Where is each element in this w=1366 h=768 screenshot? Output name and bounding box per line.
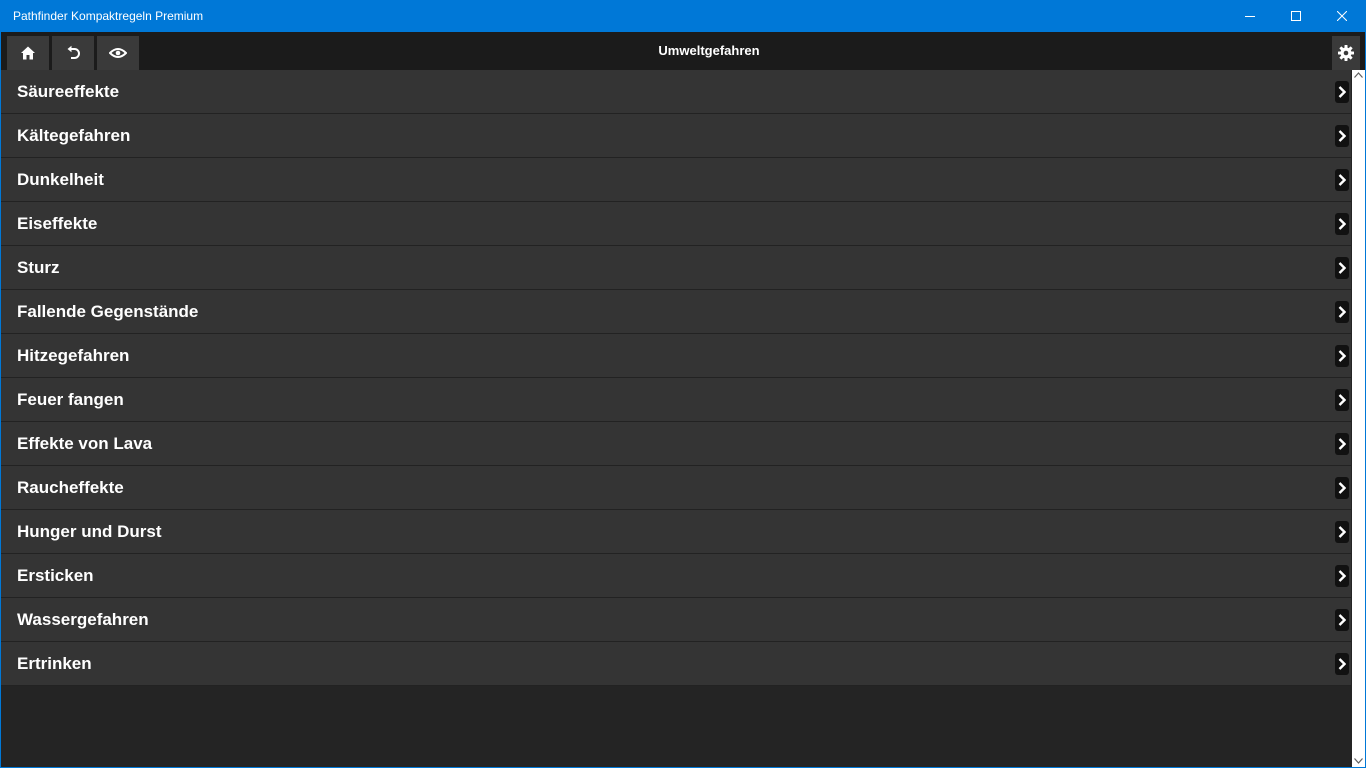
list-item-label: Raucheffekte xyxy=(17,478,124,497)
minimize-button[interactable] xyxy=(1227,0,1273,32)
scroll-up-icon[interactable] xyxy=(1354,72,1363,78)
list-item[interactable]: Effekte von Lava xyxy=(1,422,1351,466)
minimize-icon xyxy=(1245,16,1255,17)
list-item-label: Säureeffekte xyxy=(17,82,120,101)
list-item-label: Hitzegefahren xyxy=(17,346,130,365)
maximize-button[interactable] xyxy=(1273,0,1319,32)
list-item-label: Fallende Gegenstände xyxy=(17,302,199,321)
chevron-right-icon xyxy=(1335,213,1349,235)
list-item-label: Kältegefahren xyxy=(17,126,131,145)
chevron-right-icon xyxy=(1335,521,1349,543)
list-item[interactable]: Kältegefahren xyxy=(1,114,1351,158)
app-content: Umweltgefahren Säureeffekte Kältegefahren… xyxy=(0,32,1366,768)
list-item[interactable]: Hitzegefahren xyxy=(1,334,1351,378)
maximize-icon xyxy=(1291,11,1301,21)
list-item-label: Wassergefahren xyxy=(17,610,149,629)
window-title: Pathfinder Kompaktregeln Premium xyxy=(13,9,204,23)
list-item[interactable]: Säureeffekte xyxy=(1,70,1351,114)
list-item[interactable]: Wassergefahren xyxy=(1,598,1351,642)
chevron-right-icon xyxy=(1335,169,1349,191)
settings-button[interactable] xyxy=(1332,36,1360,70)
list-item-label: Eiseffekte xyxy=(17,214,98,233)
list-item[interactable]: Raucheffekte xyxy=(1,466,1351,510)
toolbar: Umweltgefahren xyxy=(1,32,1365,70)
list-item[interactable]: Eiseffekte xyxy=(1,202,1351,246)
chevron-right-icon xyxy=(1335,257,1349,279)
chevron-right-icon xyxy=(1335,81,1349,103)
list-item[interactable]: Dunkelheit xyxy=(1,158,1351,202)
close-button[interactable] xyxy=(1319,0,1365,32)
chevron-right-icon xyxy=(1335,125,1349,147)
chevron-right-icon xyxy=(1335,389,1349,411)
chevron-right-icon xyxy=(1335,345,1349,367)
title-bar: Pathfinder Kompaktregeln Premium xyxy=(0,0,1366,32)
close-icon xyxy=(1337,11,1347,21)
list-item-label: Ersticken xyxy=(17,566,94,585)
page-title: Umweltgefahren xyxy=(658,43,760,58)
chevron-right-icon xyxy=(1335,301,1349,323)
list-item-label: Ertrinken xyxy=(17,654,92,673)
chevron-right-icon xyxy=(1335,609,1349,631)
gear-icon xyxy=(1338,45,1354,61)
list-item[interactable]: Fallende Gegenstände xyxy=(1,290,1351,334)
list-item-label: Effekte von Lava xyxy=(17,434,153,453)
list-item[interactable]: Sturz xyxy=(1,246,1351,290)
list-item-label: Feuer fangen xyxy=(17,390,124,409)
chevron-right-icon xyxy=(1335,477,1349,499)
list-item[interactable]: Feuer fangen xyxy=(1,378,1351,422)
vertical-scrollbar[interactable] xyxy=(1352,70,1365,767)
list-item-label: Sturz xyxy=(17,258,60,277)
topic-list: Säureeffekte Kältegefahren Dunkelheit Eisef… xyxy=(1,70,1351,686)
chevron-right-icon xyxy=(1335,433,1349,455)
list-item[interactable]: Ersticken xyxy=(1,554,1351,598)
list-item-label: Hunger und Durst xyxy=(17,522,162,541)
chevron-right-icon xyxy=(1335,565,1349,587)
chevron-right-icon xyxy=(1335,653,1349,675)
list-item-label: Dunkelheit xyxy=(17,170,104,189)
scroll-down-icon[interactable] xyxy=(1354,758,1363,764)
list-item[interactable]: Hunger und Durst xyxy=(1,510,1351,554)
list-item[interactable]: Ertrinken xyxy=(1,642,1351,686)
